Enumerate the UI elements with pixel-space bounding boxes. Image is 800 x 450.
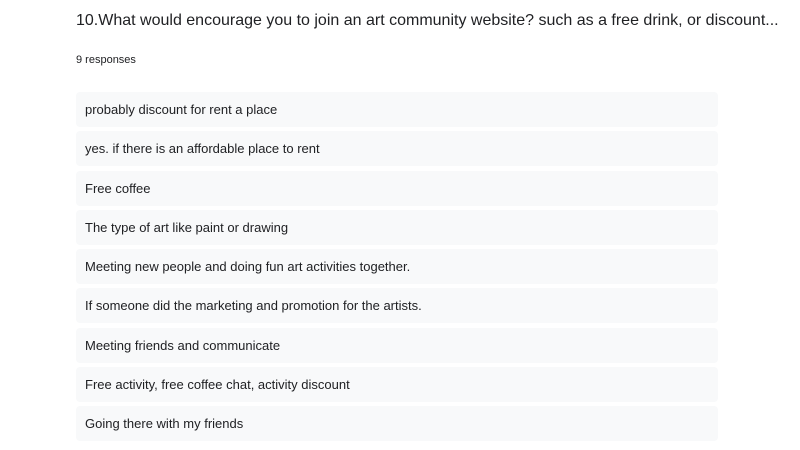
response-item: Free coffee [76,170,718,206]
response-item: The type of art like paint or drawing [76,209,718,245]
response-item: Meeting friends and communicate [76,327,718,363]
response-count: 9 responses [76,54,136,66]
response-item: yes. if there is an affordable place to … [76,131,718,167]
question-title: 10.What would encourage you to join an a… [76,12,779,29]
form-responses-page: 10.What would encourage you to join an a… [0,0,800,450]
response-item: Free activity, free coffee chat, activit… [76,367,718,403]
response-item: probably discount for rent a place [76,92,718,127]
response-item: Meeting new people and doing fun art act… [76,249,718,285]
response-list: probably discount for rent a place yes. … [76,92,718,446]
response-item: Going there with my friends [76,406,718,442]
response-item: If someone did the marketing and promoti… [76,288,718,324]
